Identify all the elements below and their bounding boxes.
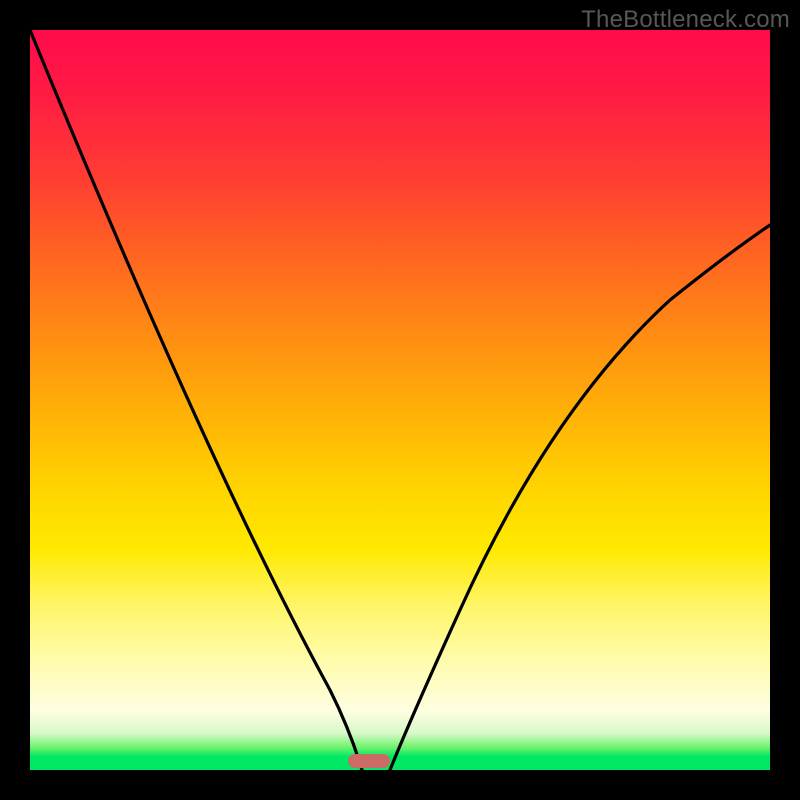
chart-frame: TheBottleneck.com	[0, 0, 800, 800]
bottleneck-marker	[348, 754, 390, 768]
plot-area	[30, 30, 770, 770]
left-curve	[30, 30, 362, 770]
right-curve	[390, 225, 770, 770]
curve-layer	[30, 30, 770, 770]
